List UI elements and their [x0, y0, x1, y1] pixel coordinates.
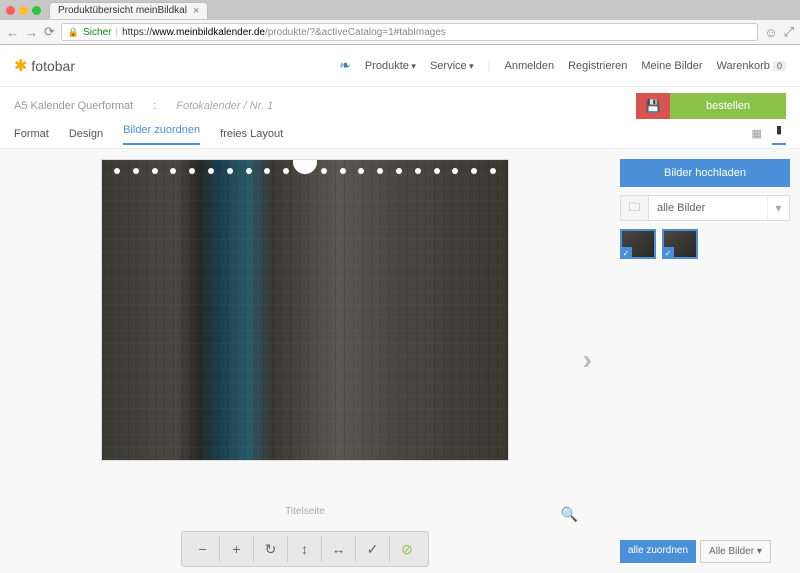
- zoom-icon[interactable]: 🔍: [561, 506, 578, 523]
- order-button[interactable]: 💾 bestellen: [636, 93, 786, 119]
- view-grid-icon[interactable]: ▦: [752, 127, 762, 140]
- canvas-area: › Titelseite 🔍 − + ↻ ↕ ↔ ✓ ⊘: [0, 149, 610, 573]
- nav-service[interactable]: Service: [430, 60, 474, 72]
- user-icon[interactable]: ☺: [764, 25, 777, 40]
- calendar-preview[interactable]: [101, 159, 509, 461]
- link-warenkorb[interactable]: Warenkorb 0: [717, 60, 786, 72]
- sidebar: Bilder hochladen 🗀 alle Bilder ▾ ✓ ✓ all…: [610, 149, 800, 573]
- close-tab-icon[interactable]: ×: [193, 5, 199, 17]
- address-bar[interactable]: 🔒 Sicher | https://www.meinbildkalender.…: [61, 23, 758, 41]
- logo[interactable]: ✱ fotobar: [14, 56, 75, 76]
- thumbnail[interactable]: ✓: [620, 229, 656, 259]
- logo-star-icon: ✱: [14, 56, 27, 76]
- tab-design[interactable]: Design: [69, 128, 103, 140]
- editor-tabs: Format Design Bilder zuordnen freies Lay…: [0, 119, 800, 149]
- binding-dots: [114, 168, 496, 174]
- tab-title: Produktübersicht meinBildkal: [58, 5, 187, 16]
- secure-label: Sicher: [83, 27, 111, 38]
- image-toolbar: − + ↻ ↕ ↔ ✓ ⊘: [181, 531, 429, 567]
- check-icon: ✓: [620, 247, 632, 259]
- browser-chrome: Produktübersicht meinBildkal × ← → ⟳ 🔒 S…: [0, 0, 800, 45]
- thumbnail[interactable]: ✓: [662, 229, 698, 259]
- traffic-lights[interactable]: [6, 6, 41, 15]
- breadcrumb: A5 Kalender Querformat : Fotokalender / …: [14, 100, 273, 112]
- forward-icon[interactable]: →: [25, 25, 38, 40]
- lock-icon: 🔒: [68, 27, 79, 38]
- back-icon[interactable]: ←: [6, 25, 19, 40]
- folder-icon: 🗀: [621, 196, 649, 220]
- assign-all-button[interactable]: alle zuordnen: [620, 540, 696, 563]
- thumbnail-list: ✓ ✓: [620, 229, 790, 259]
- upload-button[interactable]: Bilder hochladen: [620, 159, 790, 187]
- site-header: ✱ fotobar ❧ Produkte Service | Anmelden …: [0, 45, 800, 87]
- chevron-down-icon: ▾: [767, 196, 789, 220]
- all-images-select[interactable]: Alle Bilder ▾: [700, 540, 771, 563]
- tab-freies-layout[interactable]: freies Layout: [220, 128, 283, 140]
- link-meine-bilder[interactable]: Meine Bilder: [641, 60, 702, 72]
- link-registrieren[interactable]: Registrieren: [568, 60, 627, 72]
- link-anmelden[interactable]: Anmelden: [505, 60, 555, 72]
- browser-tab[interactable]: Produktübersicht meinBildkal ×: [49, 2, 208, 19]
- filter-select[interactable]: 🗀 alle Bilder ▾: [620, 195, 790, 221]
- save-icon[interactable]: 💾: [636, 93, 670, 119]
- page-caption: Titelseite: [285, 506, 325, 517]
- fullscreen-icon[interactable]: ⤢: [784, 24, 794, 40]
- tab-format[interactable]: Format: [14, 128, 49, 140]
- leaf-icon[interactable]: ❧: [339, 57, 351, 74]
- check-icon: ✓: [662, 247, 674, 259]
- view-page-icon[interactable]: ▮: [772, 123, 786, 145]
- next-page-icon[interactable]: ›: [583, 344, 592, 376]
- nav-produkte[interactable]: Produkte: [365, 60, 416, 72]
- reload-icon[interactable]: ⟳: [44, 24, 55, 40]
- tab-bilder-zuordnen[interactable]: Bilder zuordnen: [123, 124, 200, 145]
